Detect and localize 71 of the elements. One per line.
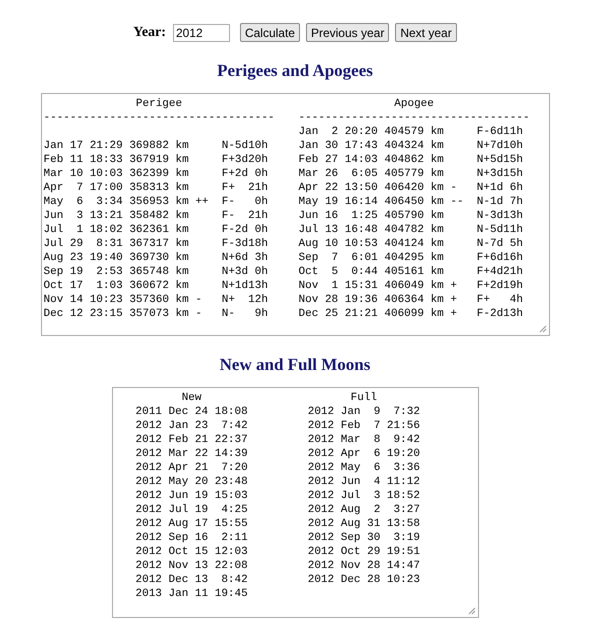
text-line: 2012 Oct 15 12:03	[136, 545, 248, 559]
form-button[interactable]: Calculate	[240, 23, 300, 42]
dashed-rule: -----------------------------------	[44, 110, 275, 124]
text-line: 2012 Jan 9 7:32	[308, 405, 420, 419]
text-line: 2012 Feb 21 22:37	[136, 433, 248, 447]
text-line: 2012 Apr 21 7:20	[136, 461, 248, 475]
text-line: Dec 25 21:21 406099 km + F-2d13h	[298, 306, 524, 320]
text-line: 2012 May 6 3:36	[308, 461, 420, 475]
text-line: Jun 16 1:25 405790 km N-3d13h	[298, 208, 524, 222]
text-line: 2012 Aug 31 13:58	[308, 517, 420, 531]
text-line: 2012 Jul 19 4:25	[136, 503, 248, 517]
year-input[interactable]: 2012	[172, 24, 230, 42]
form-button[interactable]: Next year	[395, 23, 457, 42]
text-line: Jan 17 21:29 369882 km N-5d10h	[44, 138, 269, 152]
resize-grip-icon[interactable]	[468, 607, 476, 615]
text-line: Jan 2 20:20 404579 km F-6d11h	[298, 124, 524, 138]
text-line: 2012 Sep 16 2:11	[136, 531, 248, 545]
text-line: Apr 7 17:00 358313 km F+ 21h	[44, 180, 269, 194]
text-line: Jan 30 17:43 404324 km N+7d10h	[298, 138, 524, 152]
text-line: May 19 16:14 406450 km -- N-1d 7h	[298, 194, 524, 208]
text-line: 2012 Feb 7 21:56	[308, 419, 420, 433]
text-line: Sep 7 6:01 404295 km F+6d16h	[298, 250, 524, 264]
section-title: New and Full Moons	[220, 354, 370, 376]
text-line: Jul 29 8:31 367317 km F-3d18h	[44, 236, 269, 250]
text-line: May 6 3:34 356953 km ++ F- 0h	[44, 194, 269, 208]
text-line: 2012 Oct 29 19:51	[308, 545, 420, 559]
text-area[interactable]	[40, 92, 550, 336]
text-line: Jun 3 13:21 358482 km F- 21h	[44, 208, 269, 222]
text-line: 2011 Dec 24 18:08	[136, 405, 248, 419]
text-line: Oct 5 0:44 405161 km F+4d21h	[298, 264, 524, 278]
text-line: 2012 May 20 23:48	[136, 475, 248, 489]
text-line: Mar 10 10:03 362399 km F+2d 0h	[44, 166, 269, 180]
text-line: Feb 11 18:33 367919 km F+3d20h	[44, 152, 269, 166]
dashed-rule: -----------------------------------	[298, 110, 530, 124]
text-line: Oct 17 1:03 360672 km N+1d13h	[44, 278, 269, 292]
text-line: 2012 Dec 28 10:23	[308, 573, 420, 587]
text-line: 2012 Jun 19 15:03	[136, 489, 248, 503]
text-line: Aug 23 19:40 369730 km N+6d 3h	[44, 250, 269, 264]
column-header: New	[180, 391, 203, 405]
text-line: 2012 Aug 2 3:27	[308, 503, 420, 517]
text-line: Sep 19 2:53 365748 km N+3d 0h	[44, 264, 269, 278]
text-line: Nov 1 15:31 406049 km + F+2d19h	[298, 278, 524, 292]
column-header: Full	[350, 391, 378, 405]
text-line: 2013 Jan 11 19:45	[136, 587, 248, 601]
text-line: Jul 13 16:48 404782 km N-5d11h	[298, 222, 524, 236]
text-line: Feb 27 14:03 404862 km N+5d15h	[298, 152, 524, 166]
text-area[interactable]	[112, 387, 478, 618]
column-header: Perigee	[134, 96, 184, 110]
text-line: 2012 Sep 30 3:19	[308, 531, 420, 545]
text-line: 2012 Nov 28 14:47	[308, 559, 420, 573]
text-line: 2012 Jul 3 18:52	[308, 489, 420, 503]
text-line: Dec 12 23:15 357073 km - N- 9h	[44, 306, 269, 320]
text-line: Apr 22 13:50 406420 km - N+1d 6h	[298, 180, 524, 194]
text-line: Jul 1 18:02 362361 km F-2d 0h	[44, 222, 269, 236]
form-button[interactable]: Previous year	[306, 23, 390, 42]
column-header: Apogee	[393, 96, 435, 110]
text-line: 2012 Jun 4 11:12	[308, 475, 420, 489]
section-title: Perigees and Apogees	[217, 60, 373, 82]
resize-grip-icon[interactable]	[538, 324, 546, 332]
text-line: 2012 Nov 13 22:08	[136, 559, 248, 573]
text-line: 2012 Apr 6 19:20	[308, 447, 420, 461]
text-line: 2012 Dec 13 8:42	[136, 573, 248, 587]
text-line: 2012 Aug 17 15:55	[136, 517, 248, 531]
text-line: Nov 14 10:23 357360 km - N+ 12h	[44, 292, 269, 306]
text-line: 2012 Mar 8 9:42	[308, 433, 420, 447]
text-line: 2012 Mar 22 14:39	[136, 447, 248, 461]
year-label: Year:	[133, 24, 166, 42]
text-line: 2012 Jan 23 7:42	[136, 419, 248, 433]
text-line: Nov 28 19:36 406364 km + F+ 4h	[298, 292, 524, 306]
text-line: Mar 26 6:05 405779 km N+3d15h	[298, 166, 524, 180]
text-line: Aug 10 10:53 404124 km N-7d 5h	[298, 236, 524, 250]
